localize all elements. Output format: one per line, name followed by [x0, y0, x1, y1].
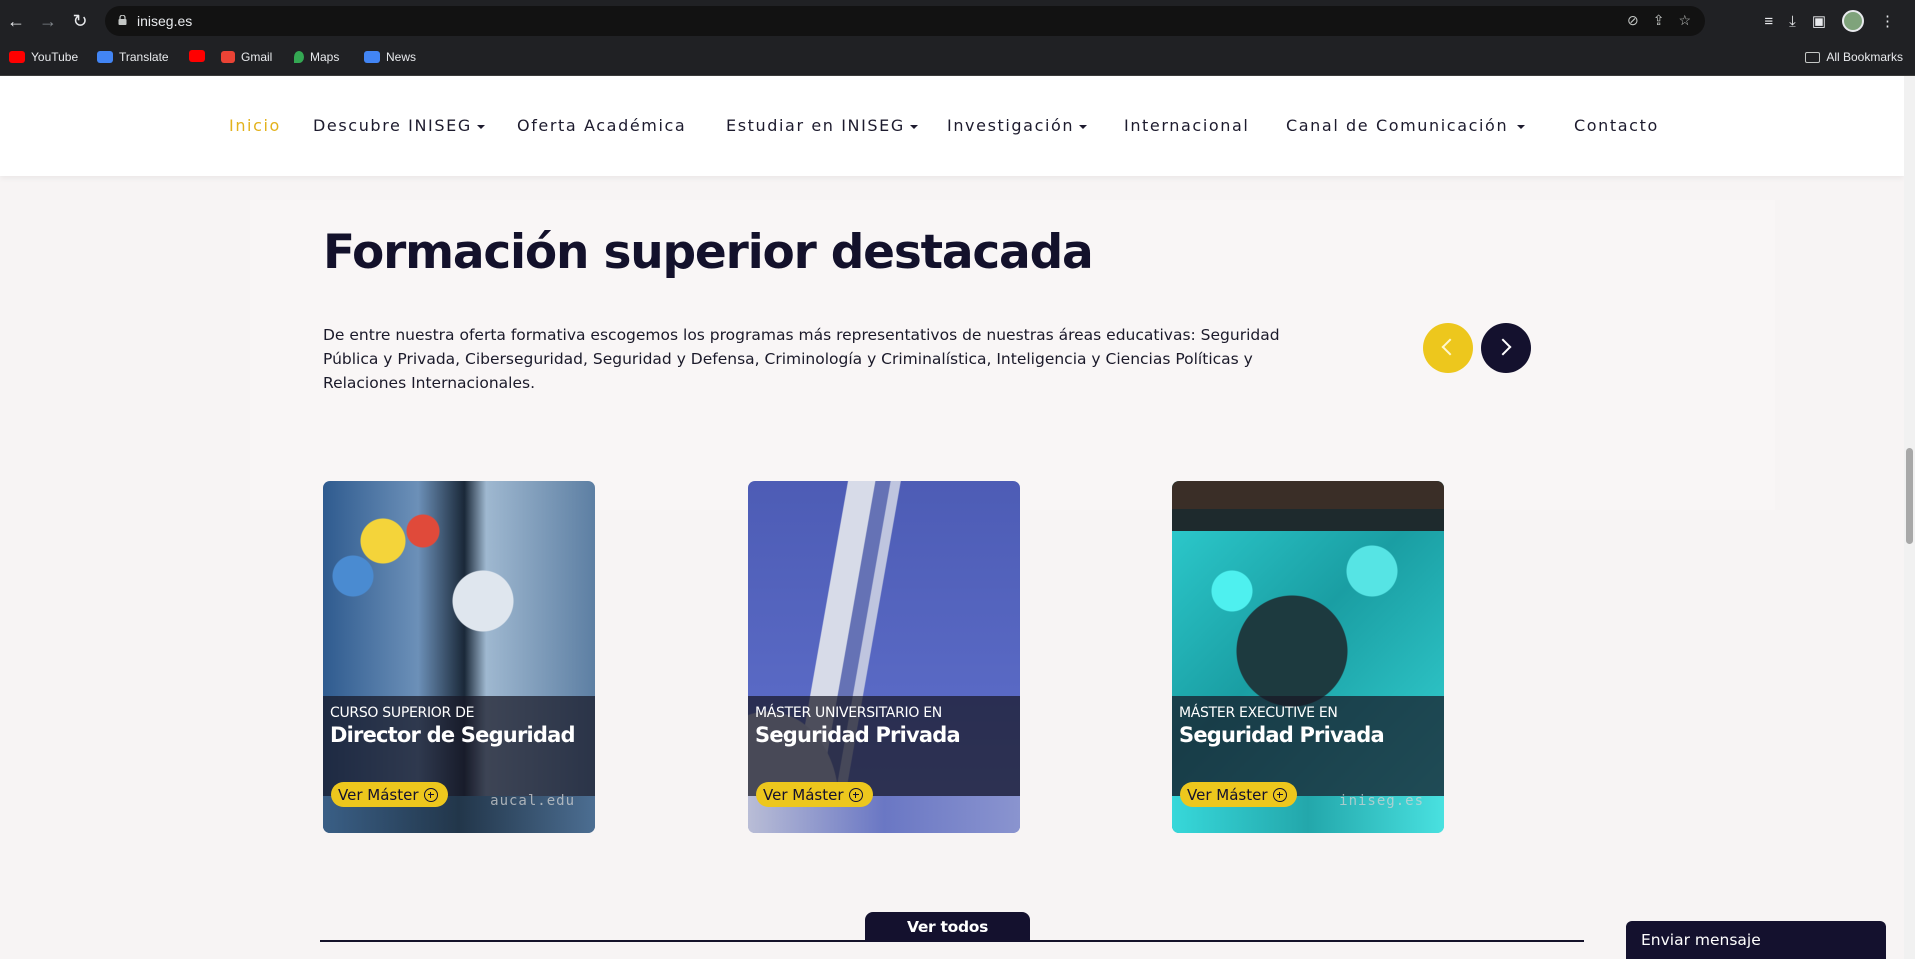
scrollbar-thumb[interactable] — [1906, 448, 1913, 544]
program-title: Seguridad Privada — [1179, 723, 1385, 747]
address-bar[interactable]: iniseg.es ⊘ ⇪ ☆ — [105, 6, 1705, 36]
bookmark-news[interactable]: News — [364, 50, 416, 64]
nav-item-descubre[interactable]: Descubre INISEG — [313, 116, 485, 135]
all-bookmarks[interactable]: All Bookmarks — [1805, 50, 1903, 64]
download-icon[interactable]: ⤓ — [1789, 13, 1796, 30]
nav-item-contacto[interactable]: Contacto — [1574, 116, 1659, 135]
plus-circle-icon — [423, 787, 438, 802]
translate-icon — [97, 51, 113, 63]
news-icon — [364, 51, 380, 63]
chevron-down-icon — [1517, 124, 1526, 129]
youtube-icon — [9, 51, 25, 63]
maps-pin-icon — [294, 51, 304, 63]
image-watermark: iniseg.es — [1339, 793, 1424, 809]
reload-icon[interactable]: ↻ — [69, 10, 91, 32]
menu-kebab-icon[interactable]: ⋮ — [1880, 12, 1895, 30]
bookmark-maps[interactable]: Maps — [294, 50, 339, 64]
nav-item-estudiar[interactable]: Estudiar en INISEG — [726, 116, 918, 135]
carousel-next-button[interactable] — [1481, 323, 1531, 373]
forward-icon[interactable]: → — [37, 10, 59, 32]
program-card[interactable]: MÁSTER UNIVERSITARIO EN Seguridad Privad… — [748, 481, 1020, 833]
reading-list-icon[interactable]: ≡ — [1764, 13, 1773, 30]
nav-item-inicio[interactable]: Inicio — [229, 116, 281, 135]
image-watermark: aucal.edu — [490, 793, 575, 809]
url-text[interactable]: iniseg.es — [137, 13, 192, 29]
site-header: Inicio Descubre INISEG Oferta Académica … — [0, 76, 1904, 176]
ver-master-button[interactable]: Ver Máster — [1180, 782, 1297, 807]
bookmark-youtube[interactable]: YouTube — [9, 50, 78, 64]
bookmark-translate[interactable]: Translate — [97, 50, 169, 64]
browser-toolbar: ← → ↻ iniseg.es ⊘ ⇪ ☆ ≡ ⤓ ▣ ⋮ — [0, 0, 1915, 42]
lock-icon — [118, 15, 127, 25]
main-nav: Inicio Descubre INISEG Oferta Académica … — [0, 116, 1904, 140]
chevron-right-icon — [1494, 338, 1512, 356]
chevron-down-icon — [476, 124, 485, 129]
bookmark-youtube-2[interactable] — [189, 50, 205, 62]
plus-circle-icon — [1272, 787, 1287, 802]
ver-master-button[interactable]: Ver Máster — [331, 782, 448, 807]
nav-item-canal[interactable]: Canal de Comunicación — [1286, 116, 1526, 135]
program-title: Seguridad Privada — [755, 723, 961, 747]
back-icon[interactable]: ← — [5, 10, 27, 32]
nav-item-oferta[interactable]: Oferta Académica — [517, 116, 686, 135]
bookmarks-bar: YouTube Translate Gmail Maps News All Bo… — [0, 42, 1915, 76]
folder-icon — [1805, 51, 1821, 63]
chat-widget-tab[interactable]: Enviar mensaje — [1626, 921, 1886, 959]
ver-todos-button[interactable]: Ver todos — [865, 912, 1030, 942]
program-card[interactable]: MÁSTER EXECUTIVE EN Seguridad Privada in… — [1172, 481, 1444, 833]
chevron-left-icon — [1441, 338, 1459, 356]
share-icon[interactable]: ⇪ — [1653, 12, 1665, 29]
chevron-down-icon — [1079, 124, 1088, 129]
youtube-icon — [189, 50, 205, 62]
section-title: Formación superior destacada — [323, 225, 1094, 280]
program-card[interactable]: CURSO SUPERIOR DE Director de Seguridad … — [323, 481, 595, 833]
carousel-prev-button[interactable] — [1423, 323, 1473, 373]
section-description: De entre nuestra oferta formativa escoge… — [323, 326, 1280, 392]
program-type: MÁSTER EXECUTIVE EN — [1179, 705, 1338, 721]
program-title: Director de Seguridad — [330, 723, 576, 747]
gmail-icon — [221, 51, 235, 63]
ver-master-button[interactable]: Ver Máster — [756, 782, 873, 807]
site-settings-icon[interactable]: ⊘ — [1627, 12, 1639, 29]
bookmark-star-icon[interactable]: ☆ — [1678, 12, 1691, 29]
bookmark-gmail[interactable]: Gmail — [221, 50, 272, 64]
nav-item-investigacion[interactable]: Investigación — [947, 116, 1088, 135]
profile-avatar[interactable] — [1842, 10, 1864, 32]
chevron-down-icon — [909, 124, 918, 129]
nav-item-internacional[interactable]: Internacional — [1124, 116, 1249, 135]
plus-circle-icon — [848, 787, 863, 802]
side-panel-icon[interactable]: ▣ — [1812, 12, 1826, 30]
page-scrollbar[interactable] — [1904, 76, 1915, 959]
program-type: CURSO SUPERIOR DE — [330, 705, 475, 721]
program-type: MÁSTER UNIVERSITARIO EN — [755, 705, 942, 721]
